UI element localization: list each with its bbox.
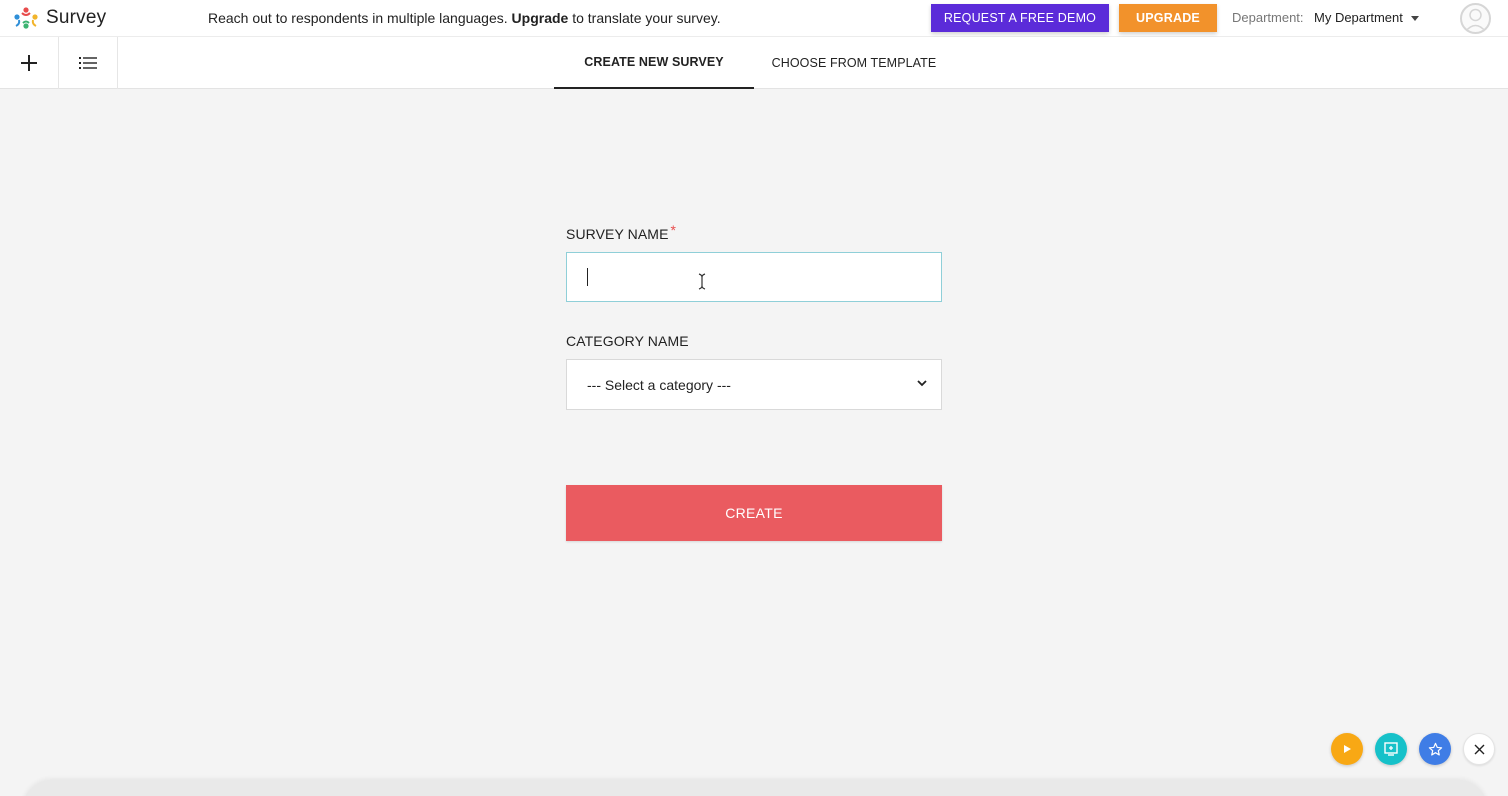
list-icon	[79, 57, 97, 69]
play-widget-button[interactable]	[1331, 733, 1363, 765]
new-survey-button[interactable]	[0, 37, 59, 89]
department-label: Department:	[1232, 10, 1304, 25]
category-name-label: CATEGORY NAME	[566, 333, 689, 349]
star-widget-button[interactable]	[1419, 733, 1451, 765]
secondary-toolbar: CREATE NEW SURVEY CHOOSE FROM TEMPLATE	[0, 37, 1508, 89]
top-header: Survey Reach out to respondents in multi…	[0, 0, 1508, 37]
user-avatar[interactable]	[1460, 3, 1491, 34]
create-button[interactable]: CREATE	[566, 485, 942, 541]
star-icon	[1428, 742, 1442, 756]
survey-name-label: SURVEY NAME *	[566, 222, 676, 242]
category-selected-value: --- Select a category ---	[587, 376, 731, 393]
ibeam-cursor-icon	[698, 273, 706, 290]
user-icon	[1464, 8, 1487, 32]
tab-create-new-survey[interactable]: CREATE NEW SURVEY	[554, 37, 754, 89]
survey-list-button[interactable]	[59, 37, 118, 89]
category-select[interactable]: --- Select a category ---	[566, 359, 942, 410]
survey-logo-icon	[14, 7, 38, 29]
close-widget-button[interactable]	[1463, 733, 1495, 765]
upgrade-button[interactable]: UPGRADE	[1119, 4, 1217, 32]
board-icon	[1384, 742, 1398, 756]
chevron-down-icon	[917, 380, 927, 387]
app-logo[interactable]: Survey	[12, 4, 106, 32]
request-demo-button[interactable]: REQUEST A FREE DEMO	[931, 4, 1109, 32]
board-widget-button[interactable]	[1375, 733, 1407, 765]
play-icon	[1344, 745, 1351, 753]
bottom-panel-edge	[22, 780, 1488, 796]
promo-banner: Reach out to respondents in multiple lan…	[208, 10, 721, 26]
survey-name-input[interactable]	[566, 252, 942, 302]
logo-text: Survey	[46, 7, 107, 28]
text-caret	[587, 268, 588, 286]
department-value: My Department	[1314, 10, 1403, 25]
tab-choose-from-template[interactable]: CHOOSE FROM TEMPLATE	[754, 37, 954, 89]
plus-icon	[21, 55, 37, 71]
caret-down-icon	[1410, 16, 1419, 21]
close-icon	[1474, 744, 1484, 754]
required-mark: *	[670, 222, 677, 238]
promo-prefix: Reach out to respondents in multiple lan…	[208, 10, 512, 26]
survey-name-label-text: SURVEY NAME	[566, 226, 669, 242]
department-dropdown[interactable]: My Department	[1314, 10, 1419, 25]
promo-suffix: to translate your survey.	[568, 10, 721, 26]
promo-upgrade-link[interactable]: Upgrade	[512, 10, 569, 26]
